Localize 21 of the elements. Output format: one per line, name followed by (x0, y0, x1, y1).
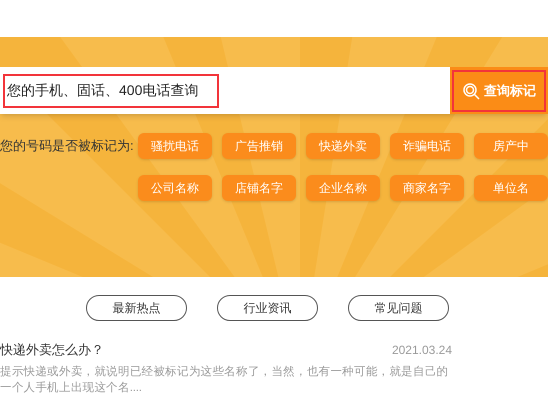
search-field[interactable]: 您的手机、固话、400电话查询 (0, 67, 450, 114)
mark-label: 您的号码是否被标记为: (0, 137, 135, 155)
article-title[interactable]: 快递外卖怎么办？ (0, 340, 104, 360)
mark-tag[interactable]: 骚扰电话 (138, 133, 212, 159)
mark-tag[interactable]: 诈骗电话 (390, 133, 464, 159)
mark-tag[interactable]: 商家名字 (390, 175, 464, 201)
search-button[interactable]: 查询标记 (450, 67, 548, 114)
category-tab[interactable]: 最新热点 (86, 295, 187, 321)
search-input[interactable]: 您的手机、固话、400电话查询 (3, 74, 219, 108)
mark-tag[interactable]: 企业名称 (306, 175, 380, 201)
mark-tag[interactable]: 公司名称 (138, 175, 212, 201)
mark-tag[interactable]: 店铺名字 (222, 175, 296, 201)
mark-tag[interactable]: 房产中 (474, 133, 548, 159)
mark-tag[interactable]: 广告推销 (222, 133, 296, 159)
mark-tag[interactable]: 单位名 (474, 175, 548, 201)
article-summary: 提示快递或外卖，就说明已经被标记为这些名称了，当然，也有一种可能，就是自己的一个人手机上出现这个名.... (0, 364, 450, 396)
category-tab[interactable]: 行业资讯 (217, 295, 318, 321)
mark-tag[interactable]: 快递外卖 (306, 133, 380, 159)
search-icon (462, 82, 480, 100)
article-date: 2021.03.24 (392, 342, 452, 359)
category-tab[interactable]: 常见问题 (348, 295, 449, 321)
